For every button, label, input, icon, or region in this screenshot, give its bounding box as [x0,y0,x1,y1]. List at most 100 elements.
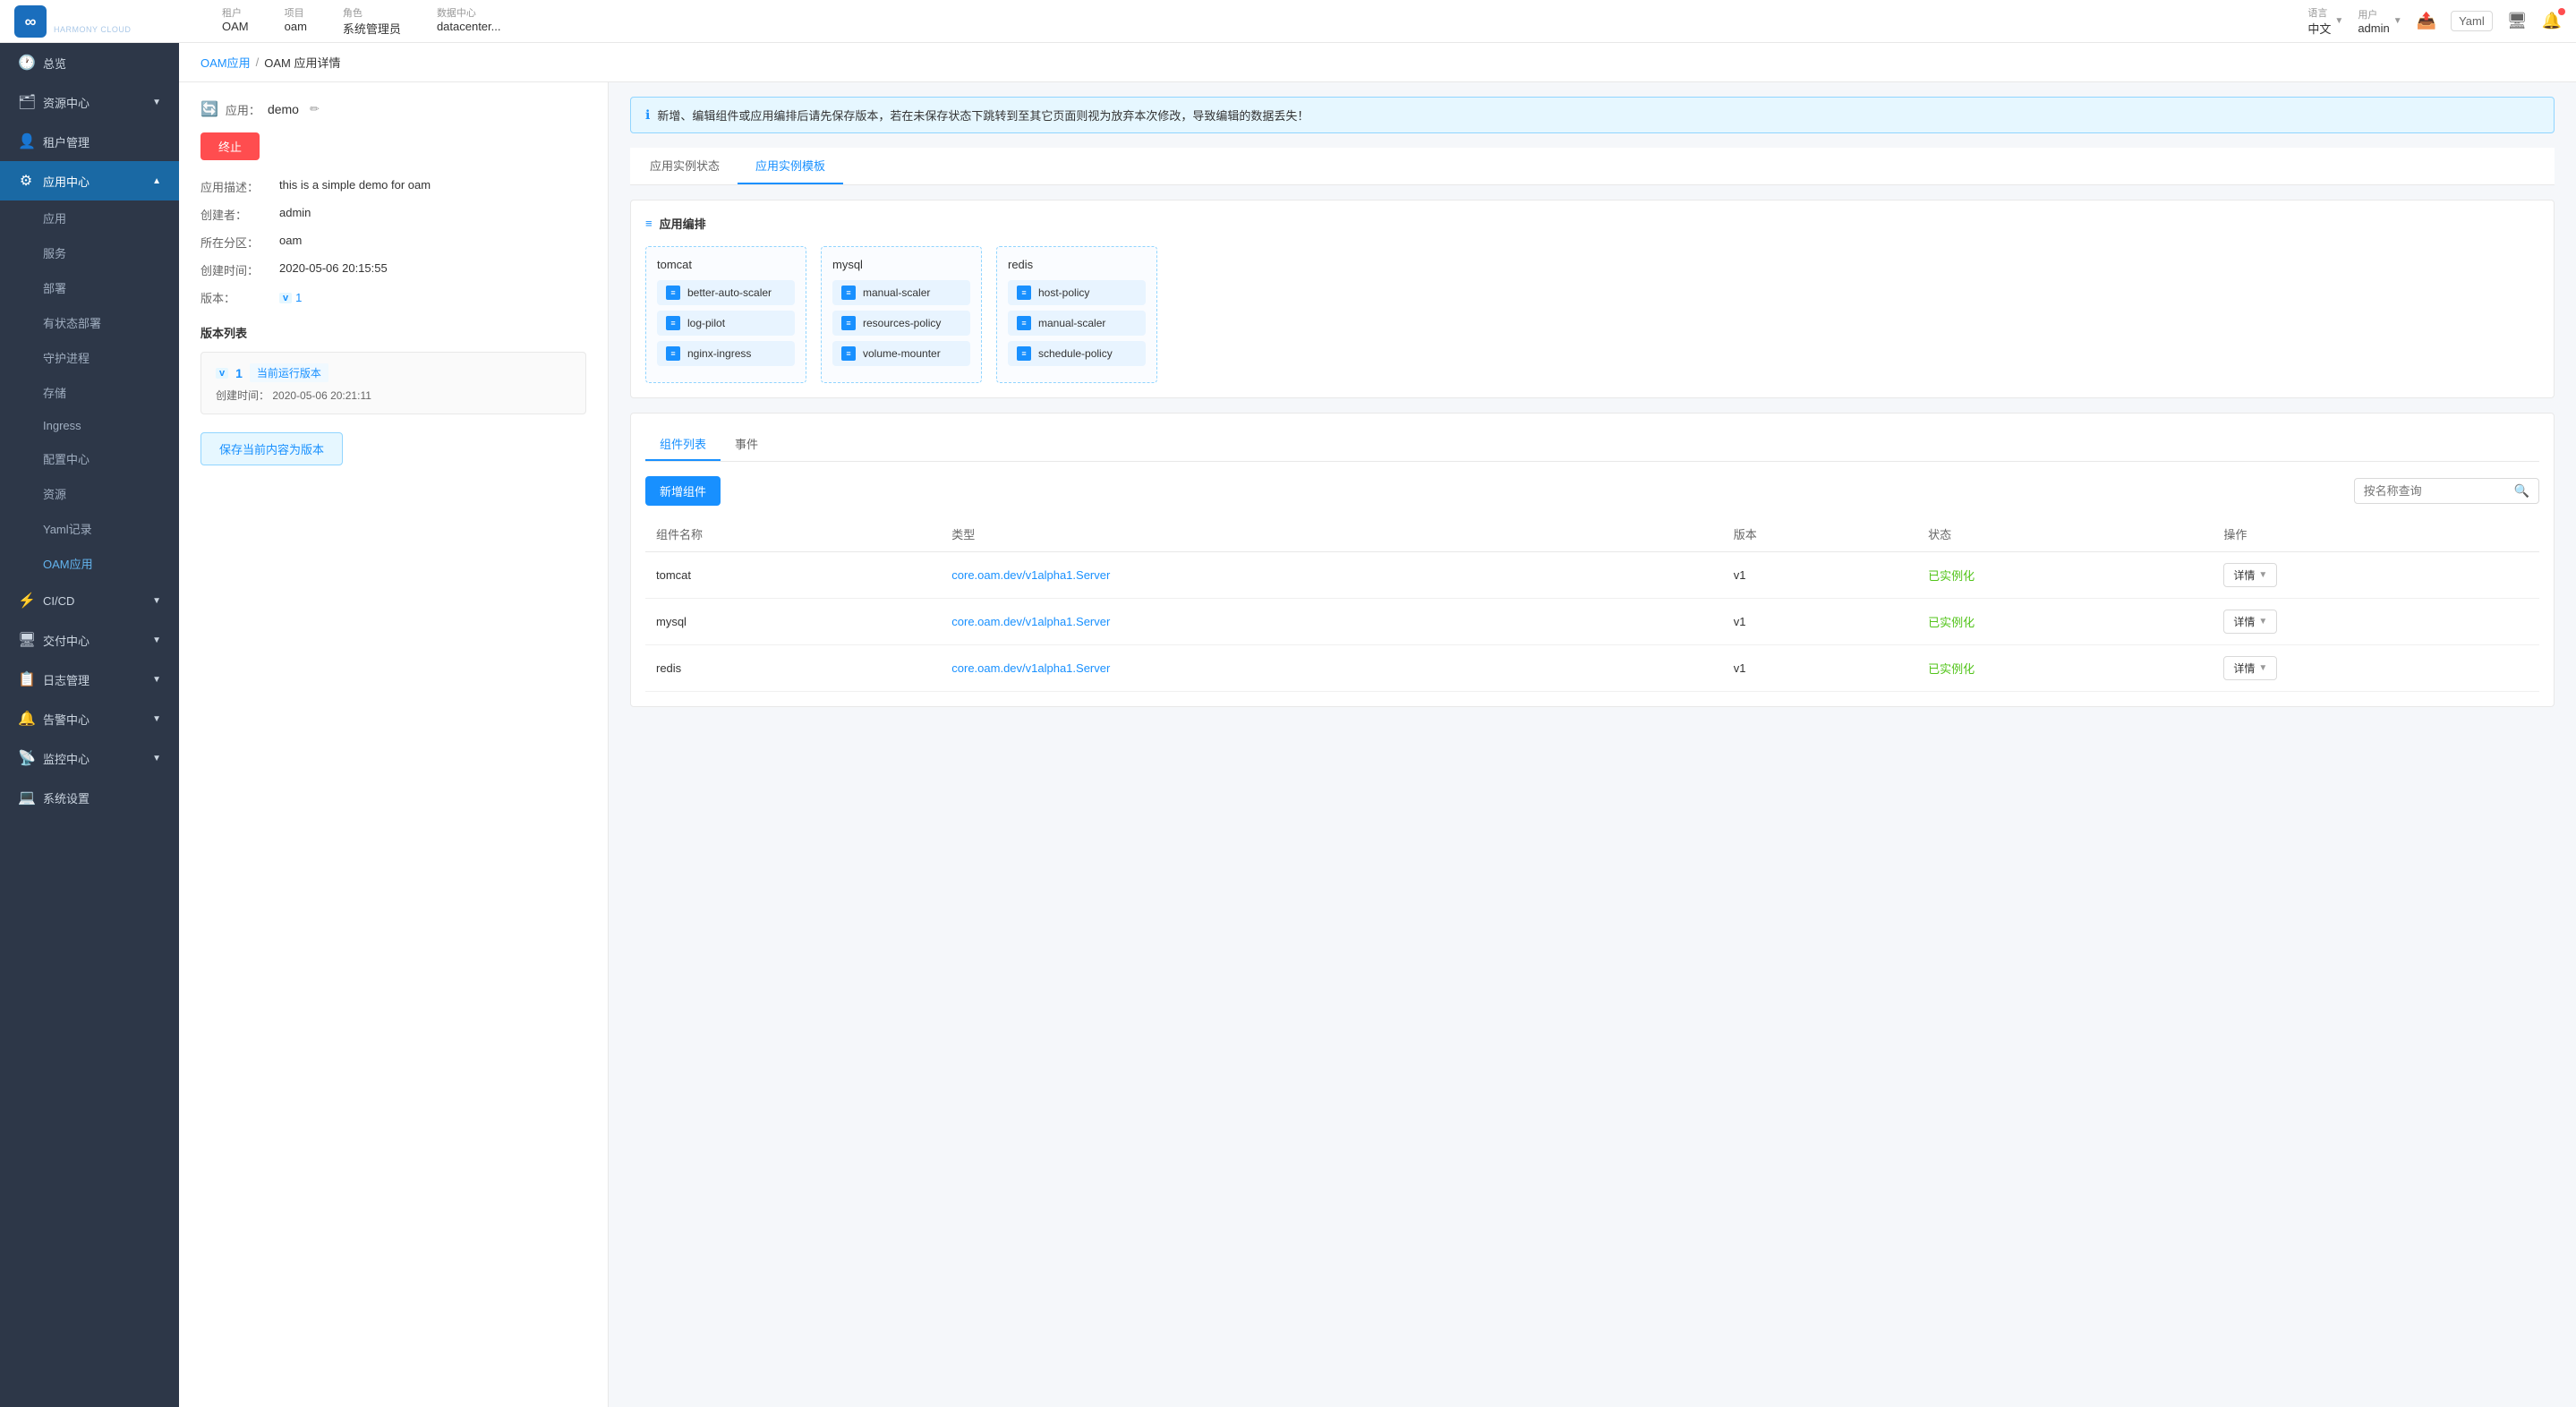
sidebar-sub-deployments[interactable]: 部署 [0,270,179,305]
notification-icon[interactable]: 🔔 [2542,12,2562,30]
sidebar-sub-oamapp[interactable]: OAM应用 [0,546,179,581]
app-icon: 🔄 [200,100,218,118]
radar-icon: 📡 [18,749,34,767]
orch-trait[interactable]: ≡nginx-ingress [657,341,795,366]
sidebar: 🕐 总览 🗂 资源中心 ▼ 👤 租户管理 ⚙ 应用中心 ▲ 应用 服务 部署 有… [0,43,179,1407]
alert-banner: ℹ 新增、编辑组件或应用编排后请先保存版本，若在未保存状态下跳转到至其它页面则视… [630,97,2555,133]
tab-instance-template[interactable]: 应用实例模板 [738,148,843,184]
running-badge: 当前运行版本 [250,363,328,382]
app-name-label: 应用： [226,101,260,118]
orch-trait[interactable]: ≡ manual-scaler [832,280,970,305]
meta-datacenter: 数据中心 datacenter... [437,5,501,37]
stop-button[interactable]: 终止 [200,132,260,160]
orch-trait[interactable]: ≡volume-mounter [832,341,970,366]
orch-trait[interactable]: ≡ log-pilot [657,311,795,336]
trait-name: resources-policy [863,317,941,329]
orch-title-text: 应用编排 [660,215,706,232]
sidebar-sub-guardian[interactable]: 守护进程 [0,340,179,375]
comp-tab-list[interactable]: 组件列表 [645,428,721,461]
monitor-icon[interactable]: 🖥 [2507,12,2528,30]
lang-dropdown-arrow: ▼ [2334,16,2343,26]
breadcrumb: OAM应用 / OAM 应用详情 [200,54,2555,71]
chevron-down-icon-delivery: ▼ [152,635,161,645]
sidebar-item-tenant[interactable]: 👤 租户管理 [0,122,179,161]
sidebar-item-resources[interactable]: 🗂 资源中心 ▼ [0,82,179,122]
orch-trait[interactable]: ≡schedule-policy [1008,341,1146,366]
info-partition: 所在分区： oam [200,234,586,251]
meta-project: 项目 oam [285,5,307,37]
sidebar-item-overview[interactable]: 🕐 总览 [0,43,179,82]
orchestration-section: ≡ 应用编排 tomcat≡better-auto-scaler≡log-pil… [630,200,2555,398]
export-icon[interactable]: 📤 [2417,12,2436,30]
topbar-right: 语言 中文 ▼ 用户 admin ▼ 📤 Yaml 🖥 🔔 [2307,5,2562,37]
col-name: 组件名称 [645,516,941,552]
sidebar-sub-services[interactable]: 服务 [0,235,179,270]
detail-button[interactable]: 详情▼ [2223,656,2277,680]
orch-boxes: tomcat≡better-auto-scaler≡log-pilot≡ngin… [645,246,2539,383]
comp-tab-events[interactable]: 事件 [721,428,772,461]
comp-toolbar: 新增组件 🔍 [645,476,2539,506]
sidebar-sub-storage[interactable]: 存储 [0,375,179,410]
add-component-button[interactable]: 新增组件 [645,476,721,506]
orch-trait[interactable]: ≡resources-policy [832,311,970,336]
col-version: 版本 [1723,516,1917,552]
orch-box-title: redis [1008,258,1146,271]
cell-type[interactable]: core.oam.dev/v1alpha1.Server [941,645,1723,692]
orch-trait[interactable]: ≡host-policy [1008,280,1146,305]
info-icon: ℹ [645,107,650,123]
edit-icon[interactable]: ✏ [310,102,320,116]
detail-button[interactable]: 详情▼ [2223,610,2277,634]
trait-icon: ≡ [841,286,856,300]
trait-name: manual-scaler [1038,317,1105,329]
sidebar-item-delivery[interactable]: 🖥 交付中心 ▼ [0,620,179,660]
cell-status: 已实例化 [1917,599,2213,645]
brand: ∞ 谐云科技 HARMONY CLOUD [14,5,193,38]
version-tag: v 1 [279,289,302,306]
laptop-icon: 💻 [18,789,34,806]
orch-title-icon: ≡ [645,217,653,230]
sidebar-item-cicd[interactable]: ⚡ CI/CD ▼ [0,581,179,620]
topbar: ∞ 谐云科技 HARMONY CLOUD 租户 OAM 项目 oam 角色 系统… [0,0,2576,43]
sidebar-sub-yaml[interactable]: Yaml记录 [0,511,179,546]
sidebar-item-alerts[interactable]: 🔔 告警中心 ▼ [0,699,179,738]
creator-label: 创建者： [200,206,272,223]
sidebar-sub-stateful[interactable]: 有状态部署 [0,305,179,340]
sidebar-item-settings[interactable]: 💻 系统设置 [0,778,179,817]
chevron-down-icon: ▼ [2258,617,2267,627]
cell-type[interactable]: core.oam.dev/v1alpha1.Server [941,552,1723,599]
table-row: redis core.oam.dev/v1alpha1.Server v1 已实… [645,645,2539,692]
col-type: 类型 [941,516,1723,552]
sidebar-sub-ingress[interactable]: Ingress [0,410,179,441]
language-selector[interactable]: 语言 中文 ▼ [2307,5,2343,37]
orch-trait[interactable]: ≡better-auto-scaler [657,280,795,305]
yaml-btn[interactable]: Yaml [2451,11,2493,31]
alert-text: 新增、编辑组件或应用编排后请先保存版本，若在未保存状态下跳转到至其它页面则视为放… [657,107,1309,124]
trait-name: manual-scaler [863,286,930,299]
chevron-down-icon: ▼ [152,98,161,107]
breadcrumb-separator: / [256,55,260,69]
info-creator: 创建者： admin [200,206,586,223]
cell-type[interactable]: core.oam.dev/v1alpha1.Server [941,599,1723,645]
version-label: 版本： [200,289,272,306]
sidebar-sub-config[interactable]: 配置中心 [0,441,179,476]
search-box: 🔍 [2354,478,2539,504]
tab-instance-state[interactable]: 应用实例状态 [632,148,738,184]
comp-tabs: 组件列表 事件 [645,428,2539,462]
orch-box-redis: redis ≡host-policy ≡manual-scaler ≡schedule… [996,246,1157,383]
trait-name: log-pilot [687,317,725,329]
save-version-button[interactable]: 保存当前内容为版本 [200,432,343,465]
breadcrumb-parent[interactable]: OAM应用 [200,54,251,71]
orch-trait[interactable]: ≡manual-scaler [1008,311,1146,336]
trait-icon: ≡ [666,316,680,330]
info-desc: 应用描述： this is a simple demo for oam [200,178,586,195]
sidebar-item-appcenter[interactable]: ⚙ 应用中心 ▲ [0,161,179,200]
right-panel: ℹ 新增、编辑组件或应用编排后请先保存版本，若在未保存状态下跳转到至其它页面则视… [609,82,2576,1407]
user-selector[interactable]: 用户 admin ▼ [2358,7,2401,35]
meta-role: 角色 系统管理员 [343,5,401,37]
search-input[interactable] [2364,484,2507,498]
sidebar-item-monitor[interactable]: 📡 监控中心 ▼ [0,738,179,778]
detail-button[interactable]: 详情▼ [2223,563,2277,587]
sidebar-item-logs[interactable]: 📋 日志管理 ▼ [0,660,179,699]
sidebar-sub-resources2[interactable]: 资源 [0,476,179,511]
sidebar-sub-apps[interactable]: 应用 [0,200,179,235]
